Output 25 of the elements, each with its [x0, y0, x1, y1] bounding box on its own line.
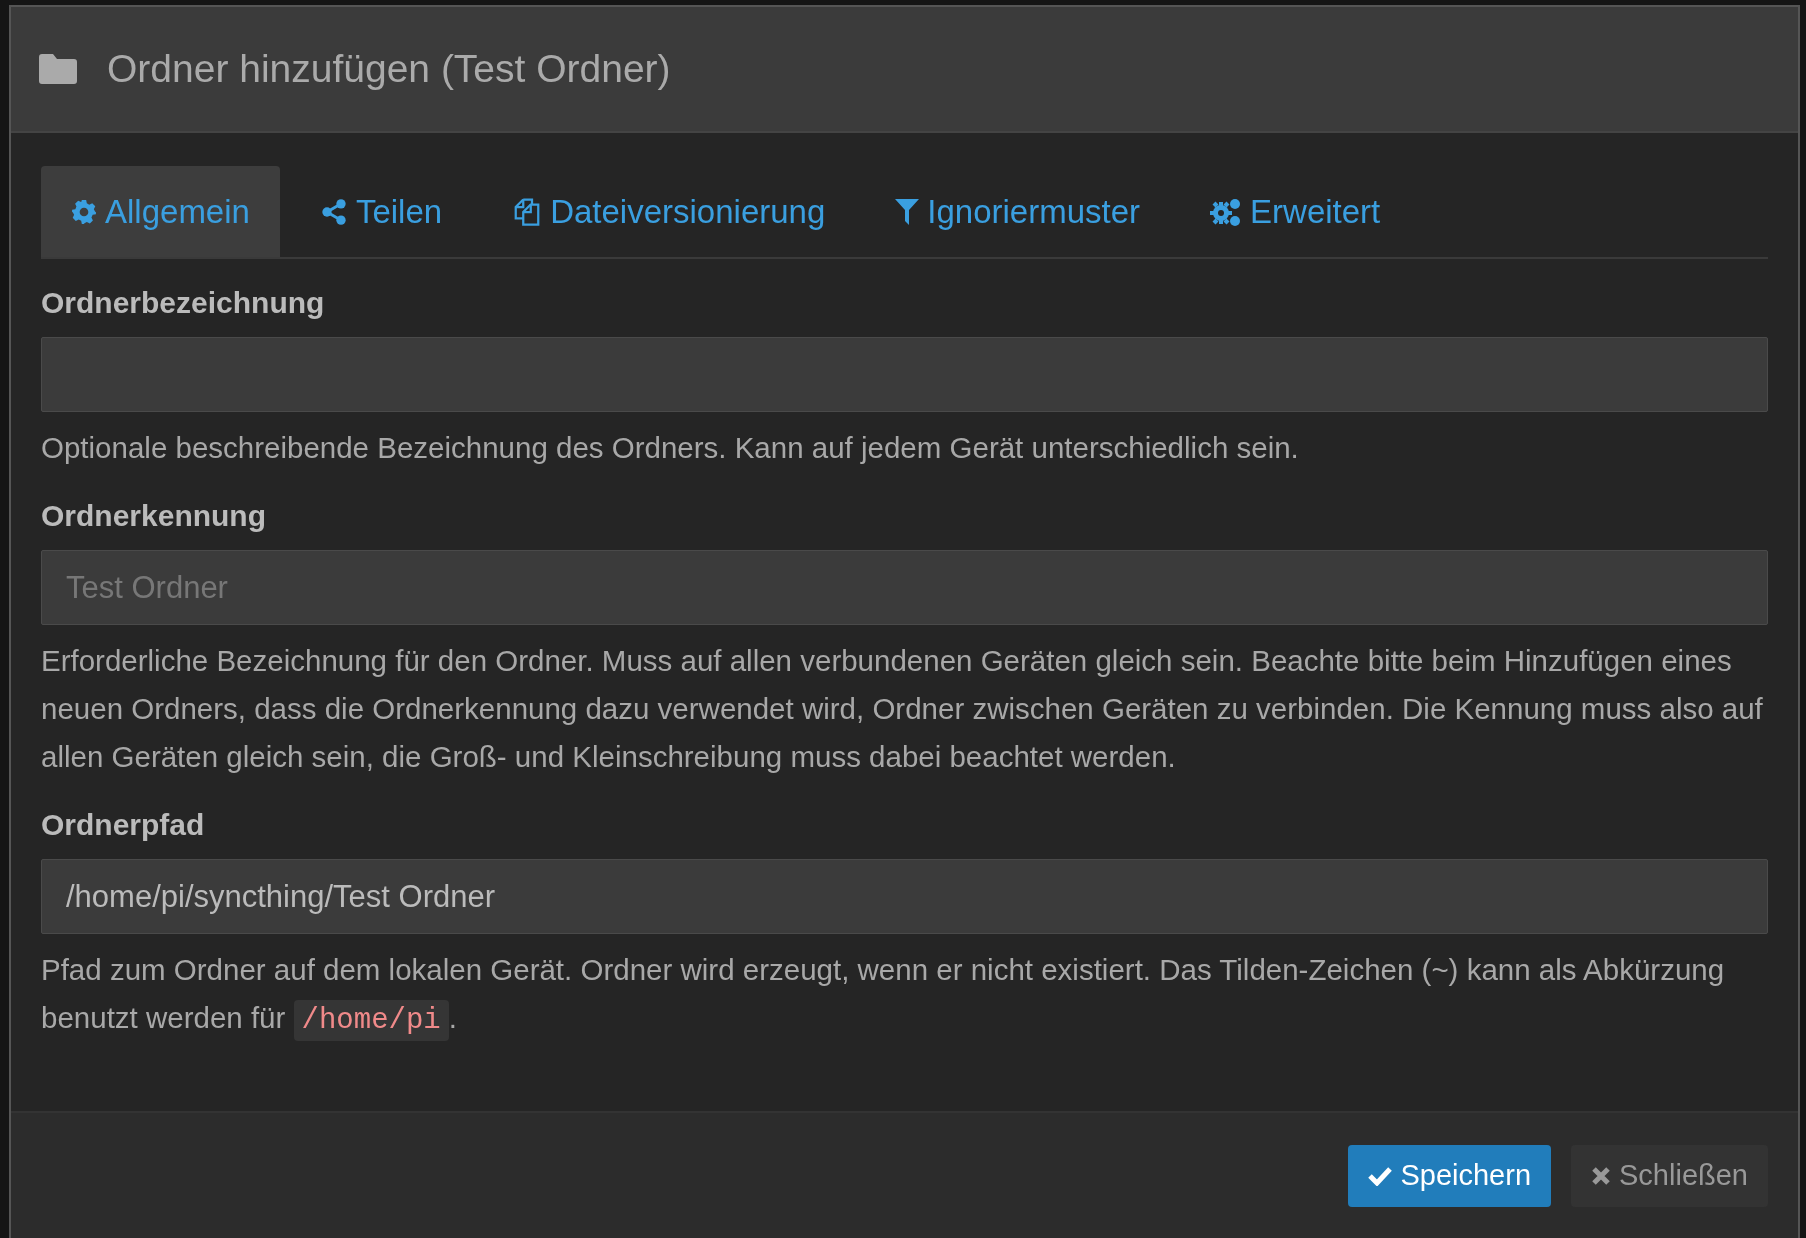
gears-icon	[1210, 196, 1243, 227]
filter-icon	[895, 198, 920, 225]
help-text: Erforderliche Bezeichnung für den Ordner. Muss auf allen verbundenen Geräten gleich sein. Beachte bitte beim Hinzufügen eines neuen Ordners, dass die Ordnerkennung dazu verwendet wird, Ordner zwischen Geräten zu verbinden. Die Kennung muss also auf allen Geräten gleich sein, die Groß- und Kleinschreibung muss dabei beachtet werden.	[41, 643, 1764, 775]
input-field[interactable]	[41, 337, 1768, 412]
field-label: Ordnerkennung	[41, 498, 267, 534]
close-button[interactable]: Schließen	[1571, 1144, 1768, 1207]
field-label: Ordnerpfad	[41, 807, 206, 843]
tab[interactable]: Erweitert	[1180, 166, 1411, 257]
gear-icon	[71, 198, 97, 225]
close-icon	[1591, 1165, 1612, 1186]
tab[interactable]: Teilen	[289, 166, 473, 257]
tab[interactable]: Allgemein	[41, 166, 280, 257]
dialog-title: Ordner hinzufügen (Test Ordner)	[107, 47, 671, 91]
share-icon	[319, 197, 348, 226]
save-button[interactable]: Speichern	[1348, 1144, 1552, 1207]
tab[interactable]: Ignoriermuster	[865, 166, 1171, 257]
field-label: Ordnerbezeichnung	[41, 285, 326, 321]
folder-icon	[39, 54, 77, 84]
check-icon	[1368, 1165, 1393, 1186]
tab[interactable]: Dateiversionierung	[482, 166, 856, 257]
code-snippet: /home/pi	[293, 1000, 449, 1041]
input-field[interactable]: Test Ordner	[41, 550, 1768, 625]
help-text: Pfad zum Ordner auf dem lokalen Gerät. Ordner wird erzeugt, wenn er nicht existiert. Das Tilden-Zeichen (~) kann als Abkürzung benutzt werden für /home/pi .	[41, 946, 1768, 1045]
help-text: Optionale beschreibende Bezeichnung des Ordners. Kann auf jedem Gerät unterschiedlich sein.	[41, 430, 1300, 466]
input-field[interactable]: /home/pi/syncthing/Test Ordner	[41, 859, 1768, 934]
